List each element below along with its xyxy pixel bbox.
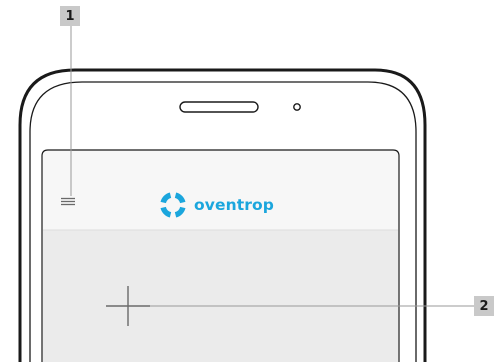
hamburger-menu-icon	[61, 197, 75, 206]
callout-badge-2: 2	[474, 296, 494, 316]
oventrop-logo-icon	[160, 192, 186, 218]
phone-illustration	[18, 26, 474, 362]
callout-badge-1: 1	[60, 6, 80, 26]
plus-icon	[106, 286, 150, 326]
brand-name: oventrop	[194, 196, 274, 214]
brand-logo: oventrop	[158, 190, 274, 220]
hamburger-menu-button[interactable]	[60, 192, 82, 212]
front-camera	[293, 103, 301, 111]
speaker-grille	[179, 101, 259, 113]
content-area	[43, 230, 398, 362]
add-button[interactable]	[100, 280, 156, 336]
